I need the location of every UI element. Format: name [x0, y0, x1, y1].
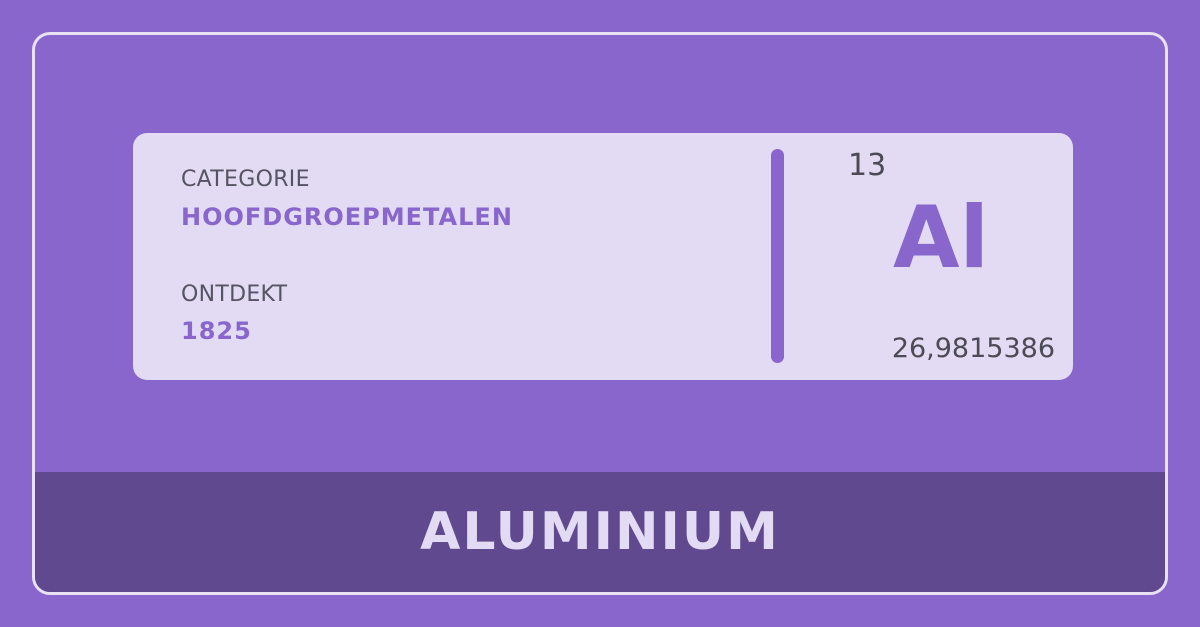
atomic-mass: 26,9815386 [891, 333, 1055, 364]
element-symbol: Al [893, 188, 990, 288]
vertical-divider [771, 149, 784, 363]
atomic-number: 13 [848, 148, 887, 183]
name-banner: ALUMINIUM [35, 472, 1165, 592]
category-value: HOOFDGROEPMETALEN [181, 203, 513, 231]
discovered-value: 1825 [181, 317, 252, 345]
element-card: CATEGORIE HOOFDGROEPMETALEN ONTDEKT 1825… [133, 133, 1073, 380]
element-frame: CATEGORIE HOOFDGROEPMETALEN ONTDEKT 1825… [32, 32, 1168, 595]
category-label: CATEGORIE [181, 167, 310, 192]
element-name: ALUMINIUM [420, 502, 780, 562]
discovered-label: ONTDEKT [181, 282, 288, 307]
